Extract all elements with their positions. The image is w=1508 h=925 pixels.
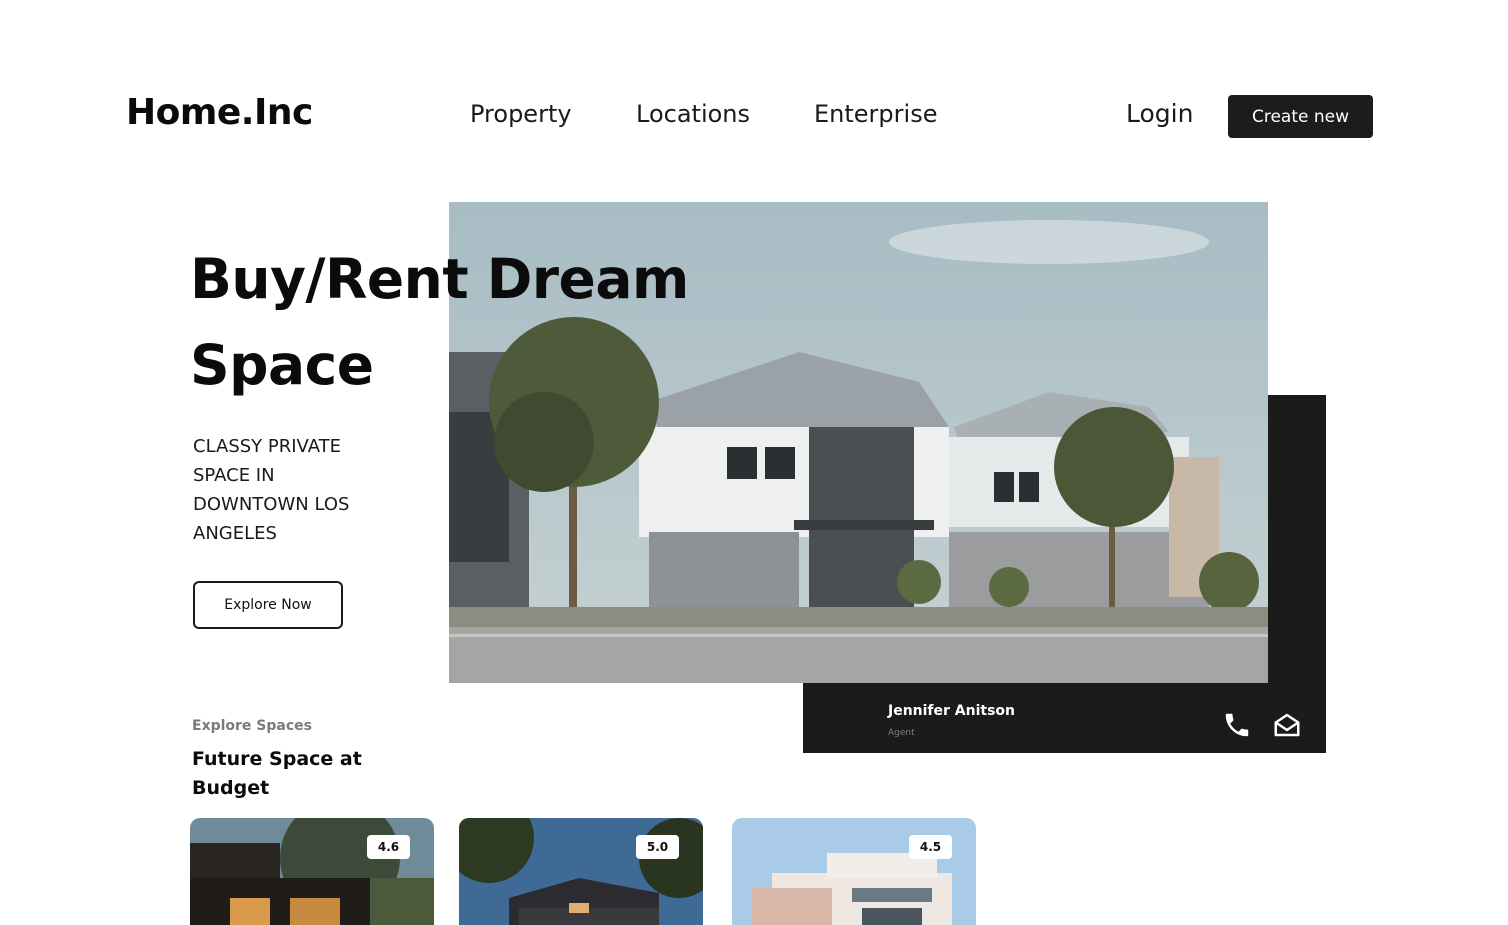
section-label: Explore Spaces [192,718,312,734]
space-card-2[interactable]: 5.0 [459,818,703,925]
agent-role: Agent [888,728,915,738]
rating-badge: 4.6 [367,835,410,859]
headline-line-1: Buy/Rent Dream [190,247,689,311]
login-link[interactable]: Login [1126,99,1193,128]
rating-badge: 4.5 [909,835,952,859]
nav-locations[interactable]: Locations [636,100,750,128]
page-title: Buy/Rent Dream Space [190,236,689,408]
agent-name: Jennifer Anitson [888,703,1016,719]
create-new-button[interactable]: Create new [1228,95,1373,138]
logo[interactable]: Home.Inc [126,92,313,133]
space-card-3[interactable]: 4.5 [732,818,976,925]
headline-line-2: Space [190,333,374,397]
explore-now-button[interactable]: Explore Now [193,581,343,629]
nav-enterprise[interactable]: Enterprise [814,100,937,128]
rating-badge: 5.0 [636,835,679,859]
hero-tagline: CLASSY PRIVATE SPACE IN DOWNTOWN LOS ANG… [193,436,350,544]
mail-open-icon[interactable] [1272,710,1302,740]
nav-property[interactable]: Property [470,100,572,128]
phone-icon[interactable] [1222,710,1252,740]
space-card-1[interactable]: 4.6 [190,818,434,925]
section-title: Future Space at Budget [192,748,362,799]
